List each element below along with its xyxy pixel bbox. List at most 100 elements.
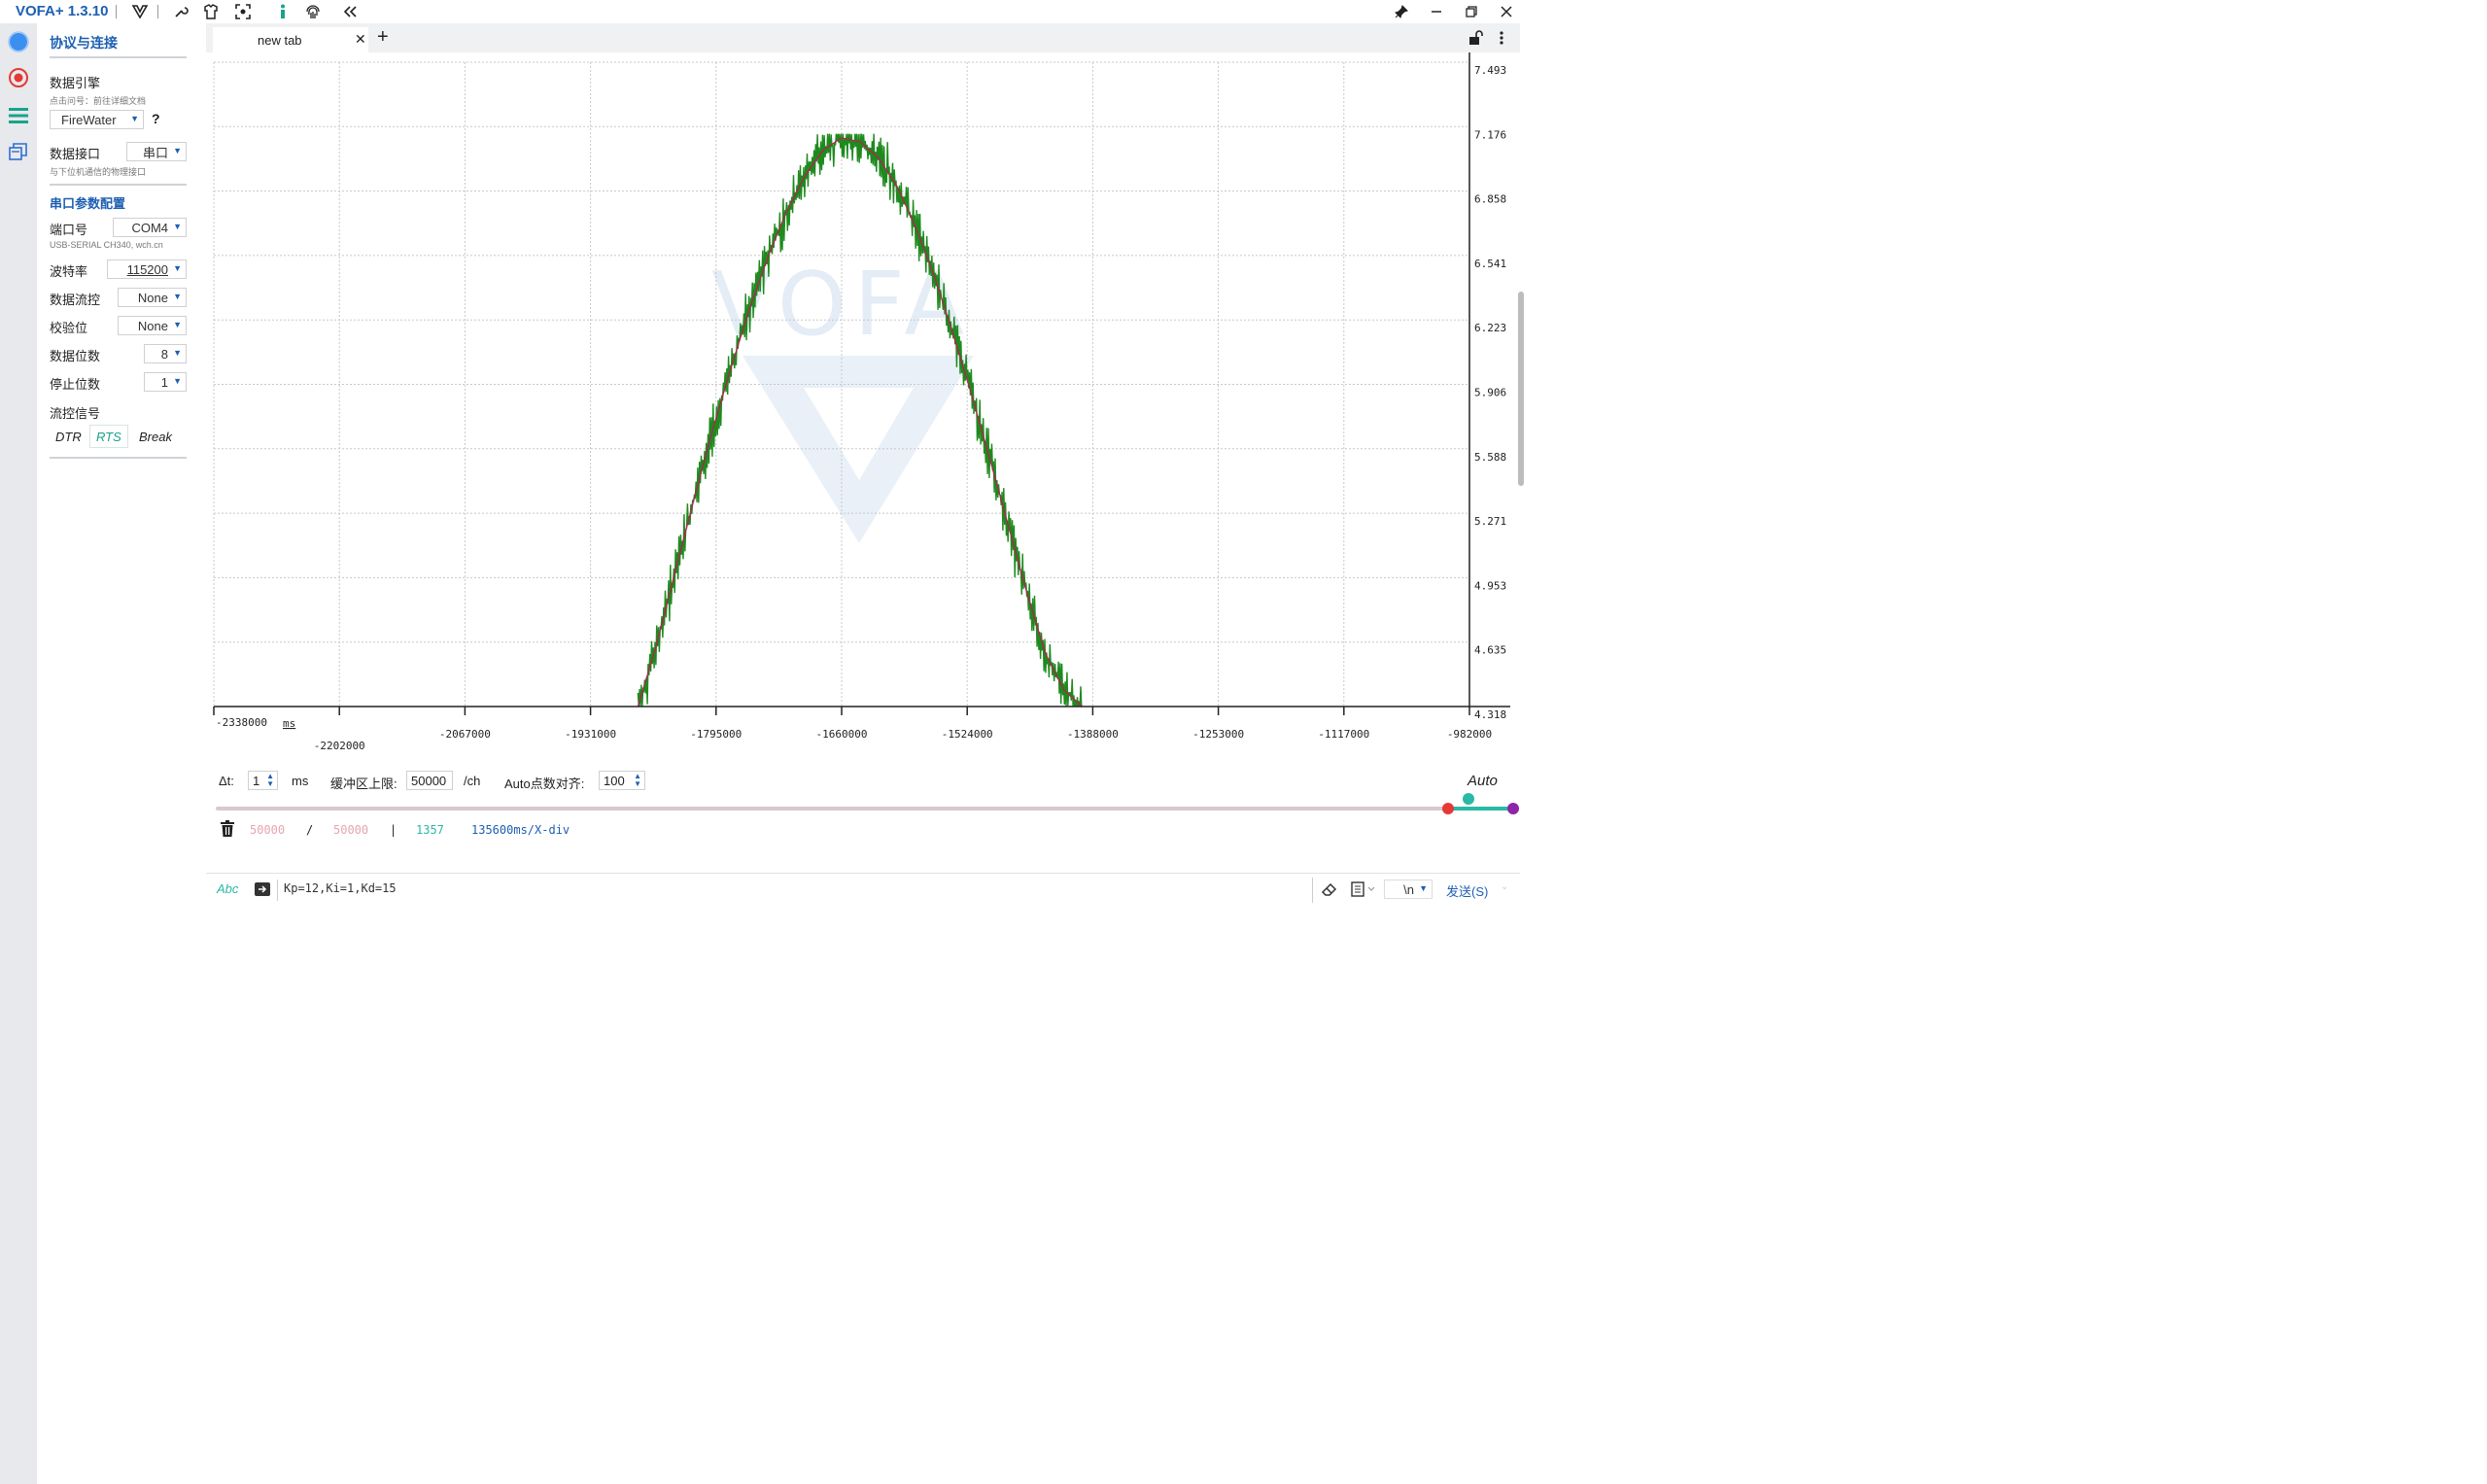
port-value: COM4 (131, 220, 168, 235)
axes: -2338000 -2202000 -2067000 -1931000 -1795000… (213, 52, 1510, 752)
chart-watermark: VOFA (711, 254, 974, 543)
chevron-down-icon: ▼ (173, 146, 182, 155)
text-mode-button[interactable]: Abc (217, 881, 238, 896)
buffer-label: 缓冲区上限: (330, 777, 397, 791)
waveform-chart[interactable]: VOFA -2338000 -2202000 -2067000 -1931000 -17… (206, 52, 1518, 756)
interface-label: 数据接口 (50, 147, 101, 161)
minimize-icon[interactable] (1426, 2, 1447, 21)
newline-select[interactable]: \n ▼ (1384, 880, 1433, 899)
port-label: 端口号 (50, 223, 88, 237)
serial-config-heading: 串口参数配置 (50, 196, 126, 211)
stat-separator: | (390, 823, 397, 837)
restore-icon[interactable] (1461, 2, 1482, 21)
x-tick-label: -2067000 (439, 728, 491, 741)
wrench-icon[interactable] (172, 3, 190, 20)
chevron-down-icon: ▼ (173, 348, 182, 358)
dt-input[interactable]: 1 ▲ ▼ (248, 771, 278, 790)
flow-control-select[interactable]: None ▼ (118, 288, 187, 307)
tab-new[interactable]: new tab ✕ (213, 27, 368, 52)
record-icon[interactable] (7, 66, 30, 89)
spin-arrows-icon[interactable]: ▲ ▼ (634, 773, 641, 788)
fingerprint-icon[interactable] (304, 3, 322, 20)
x-div-readout: 135600ms/X-div (471, 823, 570, 837)
range-auto-handle[interactable] (1463, 793, 1474, 805)
help-button[interactable]: ? (152, 111, 160, 126)
screenshot-icon[interactable] (234, 3, 252, 20)
collapse-icon[interactable] (341, 3, 359, 20)
x-tick-label: -1795000 (690, 728, 742, 741)
shirt-icon[interactable] (202, 3, 220, 20)
send-input[interactable]: Kp=12,Ki=1,Kd=15 (284, 881, 397, 895)
eraser-icon[interactable] (1321, 881, 1338, 902)
send-file-icon[interactable] (254, 881, 271, 902)
settings-panel: 协议与连接 数据引擎 点击问号：前往详细文档 FireWater ▼ ? 数据接… (37, 23, 202, 1484)
close-icon[interactable] (1496, 2, 1517, 21)
title-bar: VOFA+ 1.3.10 (0, 0, 1524, 23)
break-button[interactable]: Break (133, 425, 178, 448)
spin-arrows-icon[interactable]: ▲ ▼ (266, 773, 274, 788)
range-slider-fill (1448, 807, 1514, 811)
x-tick-label: -1117000 (1318, 728, 1369, 741)
baud-select[interactable]: 115200 ▼ (107, 259, 187, 279)
port-select[interactable]: COM4 ▼ (113, 218, 187, 237)
chevron-down-icon[interactable]: ⌄ (1501, 881, 1508, 892)
close-tab-icon[interactable]: ✕ (355, 31, 366, 48)
pin-icon[interactable] (1391, 2, 1412, 21)
windows-icon[interactable] (7, 140, 30, 163)
toolbar-divider (116, 5, 117, 18)
engine-select[interactable]: FireWater ▼ (50, 110, 144, 129)
points-total: 50000 (333, 823, 369, 837)
series-line-1 (637, 133, 1084, 708)
x-tick-label: -1253000 (1192, 728, 1244, 741)
interface-select[interactable]: 串口 ▼ (126, 142, 187, 161)
toolbar-divider (157, 5, 158, 18)
buffer-unit: /ch (464, 774, 481, 788)
more-menu-icon[interactable] (1499, 30, 1504, 51)
buffer-input[interactable]: 50000 (406, 771, 453, 790)
parity-select[interactable]: None ▼ (118, 316, 187, 335)
vofa-logo-icon[interactable] (131, 3, 149, 20)
databits-select[interactable]: 8 ▼ (144, 344, 187, 363)
range-slider-track[interactable] (216, 807, 1514, 811)
y-tick-label: 4.318 (1474, 708, 1506, 721)
x-tick-label: -1524000 (942, 728, 993, 741)
y-tick-label: 6.541 (1474, 258, 1506, 270)
divider (50, 56, 187, 58)
info-icon[interactable] (274, 3, 292, 20)
auto-button[interactable]: Auto (1468, 773, 1498, 789)
engine-value: FireWater (61, 112, 117, 127)
databits-value: 8 (160, 346, 168, 362)
grid (213, 61, 1470, 707)
align-input[interactable]: 100 ▲ ▼ (599, 771, 645, 790)
align-value: 100 (604, 773, 625, 788)
left-rail (0, 23, 37, 1484)
chevron-down-icon: ▼ (173, 263, 182, 273)
dtr-button[interactable]: DTR (50, 425, 87, 448)
rts-button[interactable]: RTS (89, 425, 128, 448)
stopbits-select[interactable]: 1 ▼ (144, 372, 187, 392)
x-tick-label: -2202000 (314, 740, 365, 752)
dt-value: 1 (253, 773, 260, 788)
divider (50, 184, 187, 186)
add-tab-button[interactable]: + (377, 26, 389, 49)
flow-control-value: None (137, 290, 168, 305)
trash-icon[interactable] (220, 820, 235, 842)
y-tick-label: 7.493 (1474, 64, 1506, 77)
point-count: 1357 (416, 823, 444, 837)
buffer-value: 50000 (411, 773, 447, 788)
databits-label: 数据位数 (50, 349, 101, 363)
x-tick-label: -1931000 (565, 728, 616, 741)
chevron-down-icon: ▼ (1419, 883, 1428, 893)
parity-value: None (137, 318, 168, 333)
x-unit-label: ms (283, 717, 295, 730)
send-button[interactable]: 发送(S) (1446, 881, 1488, 900)
connection-status-icon[interactable] (7, 30, 30, 53)
history-icon[interactable] (1351, 881, 1376, 902)
range-end-handle[interactable] (1507, 803, 1519, 814)
flow-signal-label: 流控信号 (50, 406, 101, 421)
empty-area (1524, 0, 2487, 1484)
range-start-handle[interactable] (1442, 803, 1454, 814)
control-list-icon[interactable] (7, 104, 30, 127)
unlock-icon[interactable] (1468, 30, 1483, 51)
stat-separator: / (306, 823, 314, 837)
